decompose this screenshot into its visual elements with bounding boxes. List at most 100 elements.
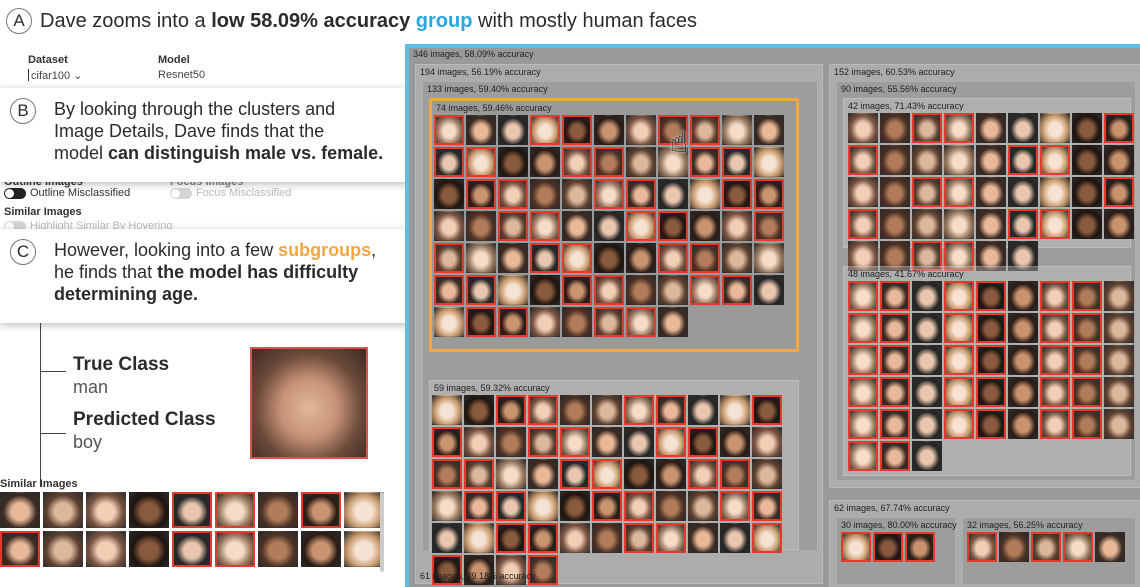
image-thumbnail[interactable] xyxy=(976,113,1006,143)
image-thumbnail[interactable] xyxy=(1040,345,1070,375)
image-thumbnail[interactable] xyxy=(530,243,560,273)
image-thumbnail[interactable] xyxy=(496,459,526,489)
image-thumbnail[interactable] xyxy=(434,211,464,241)
image-thumbnail[interactable] xyxy=(944,345,974,375)
image-thumbnail[interactable] xyxy=(944,209,974,239)
image-thumbnail[interactable] xyxy=(912,209,942,239)
image-thumbnail[interactable] xyxy=(466,211,496,241)
image-thumbnail[interactable] xyxy=(690,147,720,177)
image-thumbnail[interactable] xyxy=(496,427,526,457)
image-thumbnail[interactable] xyxy=(530,275,560,305)
image-thumbnail[interactable] xyxy=(944,313,974,343)
image-thumbnail[interactable] xyxy=(496,395,526,425)
image-thumbnail[interactable] xyxy=(944,177,974,207)
image-thumbnail[interactable] xyxy=(594,307,624,337)
image-thumbnail[interactable] xyxy=(562,307,592,337)
cluster-194[interactable]: 194 images, 56.19% accuracy 133 images, … xyxy=(415,64,823,585)
cluster-74[interactable]: 74 images, 59.46% accuracy xyxy=(429,98,799,352)
image-thumbnail[interactable] xyxy=(466,275,496,305)
similar-image-thumbnail[interactable] xyxy=(344,531,384,567)
image-thumbnail[interactable] xyxy=(528,523,558,553)
cluster-visualization[interactable]: 346 images, 58.09% accuracy 194 images, … xyxy=(405,44,1140,587)
image-thumbnail[interactable] xyxy=(626,211,656,241)
image-thumbnail[interactable] xyxy=(432,427,462,457)
image-thumbnail[interactable] xyxy=(722,211,752,241)
image-thumbnail[interactable] xyxy=(592,523,622,553)
image-thumbnail[interactable] xyxy=(1063,532,1093,562)
image-thumbnail[interactable] xyxy=(560,491,590,521)
image-thumbnail[interactable] xyxy=(720,427,750,457)
image-thumbnail[interactable] xyxy=(498,275,528,305)
image-thumbnail[interactable] xyxy=(720,395,750,425)
cluster-62[interactable]: 62 images, 67.74% accuracy 30 images, 80… xyxy=(829,500,1140,587)
image-thumbnail[interactable] xyxy=(528,459,558,489)
image-thumbnail[interactable] xyxy=(432,491,462,521)
image-thumbnail[interactable] xyxy=(722,179,752,209)
image-thumbnail[interactable] xyxy=(880,409,910,439)
image-thumbnail[interactable] xyxy=(562,147,592,177)
image-thumbnail[interactable] xyxy=(562,211,592,241)
image-thumbnail[interactable] xyxy=(498,179,528,209)
similar-image-thumbnail[interactable] xyxy=(258,531,298,567)
image-thumbnail[interactable] xyxy=(624,395,654,425)
image-thumbnail[interactable] xyxy=(873,532,903,562)
image-thumbnail[interactable] xyxy=(976,409,1006,439)
image-thumbnail[interactable] xyxy=(720,459,750,489)
image-thumbnail[interactable] xyxy=(752,459,782,489)
image-thumbnail[interactable] xyxy=(530,211,560,241)
image-thumbnail[interactable] xyxy=(912,409,942,439)
image-thumbnail[interactable] xyxy=(530,307,560,337)
image-thumbnail[interactable] xyxy=(434,243,464,273)
image-thumbnail[interactable] xyxy=(624,491,654,521)
image-thumbnail[interactable] xyxy=(1040,209,1070,239)
image-thumbnail[interactable] xyxy=(464,459,494,489)
image-thumbnail[interactable] xyxy=(880,377,910,407)
image-thumbnail[interactable] xyxy=(562,275,592,305)
focus-misclassified-toggle[interactable]: Focus Misclassified xyxy=(170,187,291,199)
image-thumbnail[interactable] xyxy=(626,115,656,145)
image-thumbnail[interactable] xyxy=(841,532,871,562)
image-thumbnail[interactable] xyxy=(594,115,624,145)
similar-image-thumbnail[interactable] xyxy=(301,531,341,567)
image-thumbnail[interactable] xyxy=(722,115,752,145)
image-thumbnail[interactable] xyxy=(1104,177,1134,207)
image-thumbnail[interactable] xyxy=(912,281,942,311)
image-thumbnail[interactable] xyxy=(944,145,974,175)
image-thumbnail[interactable] xyxy=(658,275,688,305)
image-thumbnail[interactable] xyxy=(912,113,942,143)
cluster-48[interactable]: 48 images, 41.67% accuracy xyxy=(843,266,1134,476)
image-thumbnail[interactable] xyxy=(1008,409,1038,439)
image-thumbnail[interactable] xyxy=(848,145,878,175)
image-thumbnail[interactable] xyxy=(432,395,462,425)
image-thumbnail[interactable] xyxy=(848,313,878,343)
image-thumbnail[interactable] xyxy=(434,147,464,177)
cluster-32[interactable]: 32 images, 56.25% accuracy xyxy=(962,517,1136,585)
image-thumbnail[interactable] xyxy=(626,147,656,177)
image-thumbnail[interactable] xyxy=(656,523,686,553)
similar-image-thumbnail[interactable] xyxy=(0,492,40,528)
image-thumbnail[interactable] xyxy=(466,307,496,337)
image-thumbnail[interactable] xyxy=(528,427,558,457)
image-thumbnail[interactable] xyxy=(1008,177,1038,207)
image-thumbnail[interactable] xyxy=(880,313,910,343)
image-thumbnail[interactable] xyxy=(658,211,688,241)
image-thumbnail[interactable] xyxy=(656,491,686,521)
image-thumbnail[interactable] xyxy=(594,275,624,305)
image-thumbnail[interactable] xyxy=(754,243,784,273)
image-thumbnail[interactable] xyxy=(1008,313,1038,343)
image-thumbnail[interactable] xyxy=(690,179,720,209)
similar-image-thumbnail[interactable] xyxy=(86,531,126,567)
image-thumbnail[interactable] xyxy=(594,179,624,209)
image-thumbnail[interactable] xyxy=(1008,209,1038,239)
image-thumbnail[interactable] xyxy=(912,313,942,343)
image-thumbnail[interactable] xyxy=(656,459,686,489)
image-thumbnail[interactable] xyxy=(434,115,464,145)
similar-image-thumbnail[interactable] xyxy=(215,531,255,567)
image-thumbnail[interactable] xyxy=(912,377,942,407)
image-thumbnail[interactable] xyxy=(690,275,720,305)
image-thumbnail[interactable] xyxy=(880,113,910,143)
cluster-152[interactable]: 152 images, 60.53% accuracy 90 images, 5… xyxy=(829,64,1140,488)
image-thumbnail[interactable] xyxy=(1040,377,1070,407)
image-thumbnail[interactable] xyxy=(496,523,526,553)
similar-image-thumbnail[interactable] xyxy=(301,492,341,528)
